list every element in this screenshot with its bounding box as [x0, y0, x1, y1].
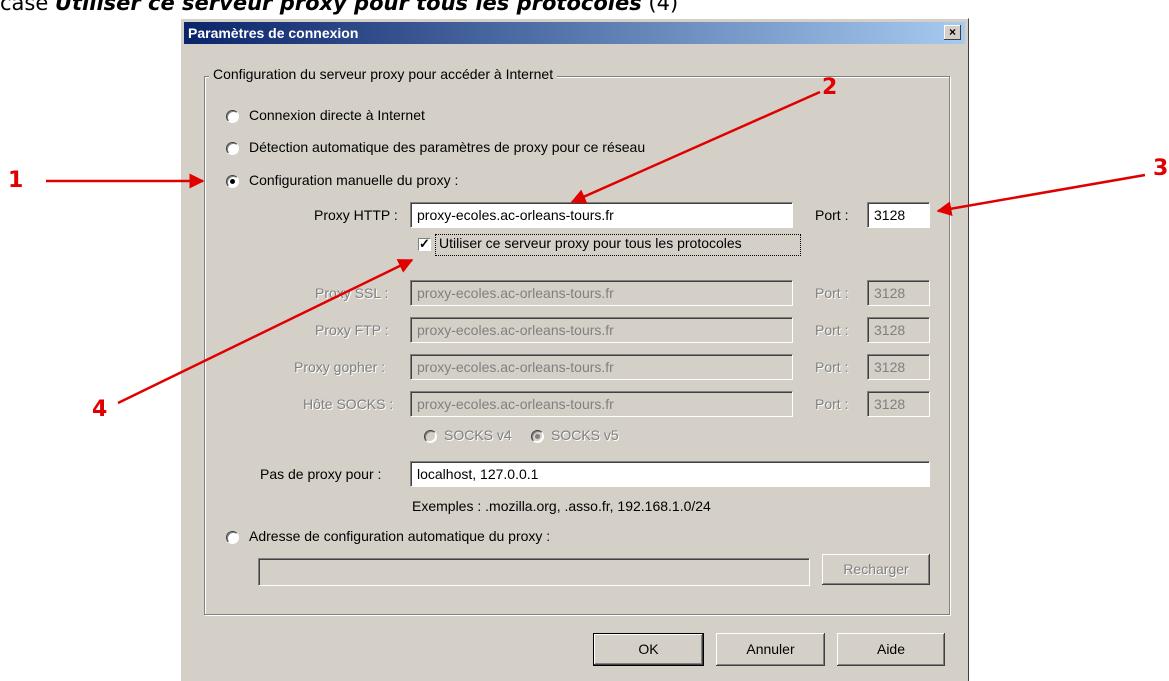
arrow-4	[117, 258, 414, 405]
arrow-3	[936, 173, 1146, 217]
annotation-1: 1	[8, 168, 24, 193]
arrow-2	[570, 90, 821, 204]
annotation-2: 2	[822, 75, 838, 100]
annotation-3: 3	[1153, 156, 1169, 181]
annotation-arrows	[46, 90, 1146, 405]
annotation-4: 4	[92, 397, 108, 422]
